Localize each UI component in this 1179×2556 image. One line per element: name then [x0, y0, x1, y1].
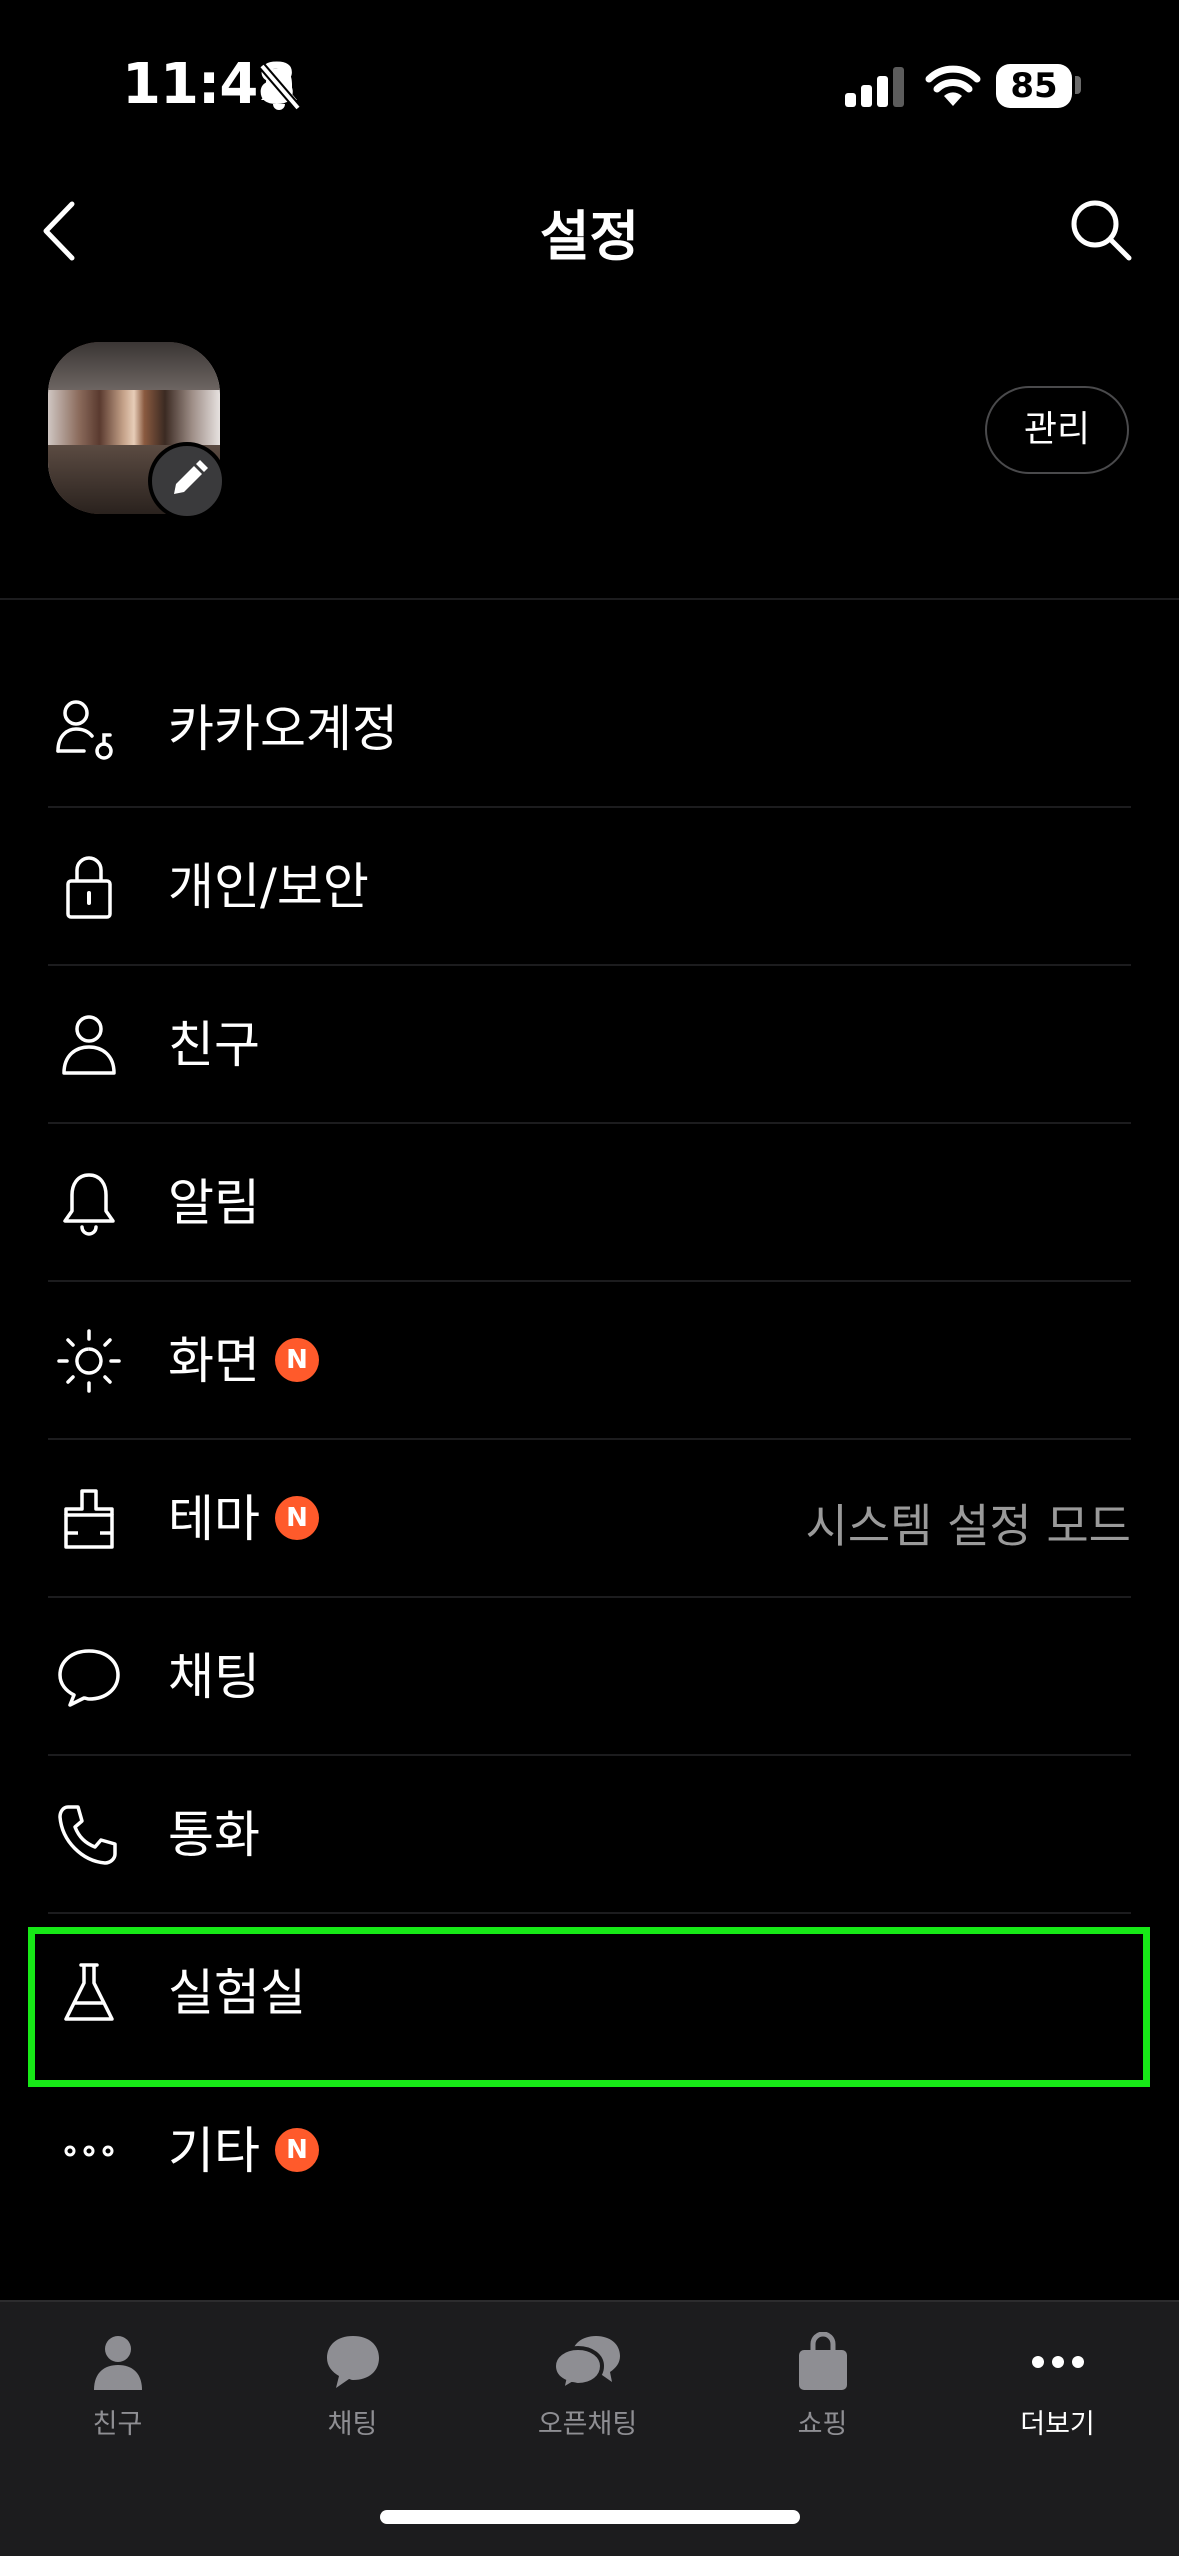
- shopping-bag-icon: [798, 2332, 847, 2390]
- new-badge: N: [275, 1496, 319, 1540]
- tab-more[interactable]: 더보기: [940, 2332, 1175, 2462]
- bell-icon: [63, 1173, 115, 1236]
- open-chat-icon: [551, 2336, 620, 2392]
- manage-button[interactable]: 관리: [985, 386, 1129, 474]
- menu-item-label: 채팅: [168, 1648, 260, 1706]
- battery-cap: [1075, 76, 1081, 94]
- more-icon: [1031, 2356, 1084, 2368]
- battery-indicator: 85: [996, 64, 1072, 108]
- person-icon: [62, 1015, 116, 1075]
- menu-item-label: 테마: [168, 1490, 260, 1548]
- tab-chats[interactable]: 채팅: [235, 2332, 470, 2462]
- profile-section: 관리: [0, 330, 1179, 530]
- menu-item-calls[interactable]: 통화: [0, 1756, 1179, 1914]
- theme-value: 시스템 설정 모드: [805, 1499, 1131, 1553]
- tab-label: 쇼핑: [797, 2409, 848, 2440]
- menu-item-friends[interactable]: 친구: [0, 966, 1179, 1124]
- tab-friends[interactable]: 친구: [0, 2332, 235, 2462]
- menu-item-kakao-account[interactable]: 카카오계정: [0, 650, 1179, 808]
- tab-label: 오픈채팅: [537, 2409, 638, 2440]
- status-bar: 11:48 85: [0, 0, 1179, 175]
- edit-profile-button[interactable]: [148, 442, 226, 520]
- tab-shopping[interactable]: 쇼핑: [705, 2332, 940, 2462]
- brightness-icon: [57, 1329, 121, 1393]
- new-badge: N: [275, 2128, 319, 2172]
- phone-icon: [58, 1805, 117, 1865]
- tab-label: 더보기: [1020, 2409, 1095, 2440]
- tab-open-chat[interactable]: 오픈채팅: [470, 2332, 705, 2462]
- lock-icon: [66, 856, 112, 919]
- home-indicator: [380, 2510, 800, 2524]
- search-icon: [1071, 200, 1132, 261]
- menu-item-label: 개인/보안: [168, 858, 369, 916]
- person-filled-icon: [93, 2336, 142, 2390]
- pencil-icon: [174, 460, 208, 494]
- menu-item-label: 카카오계정: [168, 700, 398, 758]
- menu-item-label: 기타: [168, 2122, 260, 2180]
- new-badge: N: [275, 1338, 319, 1382]
- menu-item-label: 친구: [168, 1016, 260, 1074]
- more-dots-icon: [64, 2145, 114, 2157]
- menu-item-notifications[interactable]: 알림: [0, 1124, 1179, 1282]
- chat-bubble-icon: [58, 1649, 120, 1707]
- selection-highlight: [28, 1927, 1150, 2087]
- menu-item-chatting[interactable]: 채팅: [0, 1598, 1179, 1756]
- section-divider: [0, 598, 1179, 600]
- tab-label: 친구: [92, 2409, 143, 2440]
- bell-off-icon: [258, 63, 302, 111]
- menu-item-etc[interactable]: 기타 N: [0, 2072, 1179, 2230]
- avatar-photo-ceiling: [48, 342, 220, 391]
- tab-label: 채팅: [327, 2409, 378, 2440]
- cellular-signal-icon: [845, 67, 904, 107]
- menu-item-display[interactable]: 화면 N: [0, 1282, 1179, 1440]
- account-icon: [56, 700, 113, 760]
- menu-item-label: 알림: [168, 1174, 260, 1232]
- page-title: 설정: [539, 205, 640, 268]
- menu-item-label: 통화: [168, 1806, 260, 1864]
- chat-filled-icon: [326, 2336, 379, 2388]
- menu-item-label: 화면: [168, 1332, 260, 1390]
- search-button[interactable]: [1065, 194, 1137, 266]
- navigation-header: 설정: [0, 180, 1179, 280]
- menu-item-theme[interactable]: 테마 N 시스템 설정 모드: [0, 1440, 1179, 1598]
- menu-item-privacy-security[interactable]: 개인/보안: [0, 808, 1179, 966]
- brush-icon: [64, 1489, 114, 1549]
- wifi-icon: [925, 65, 981, 106]
